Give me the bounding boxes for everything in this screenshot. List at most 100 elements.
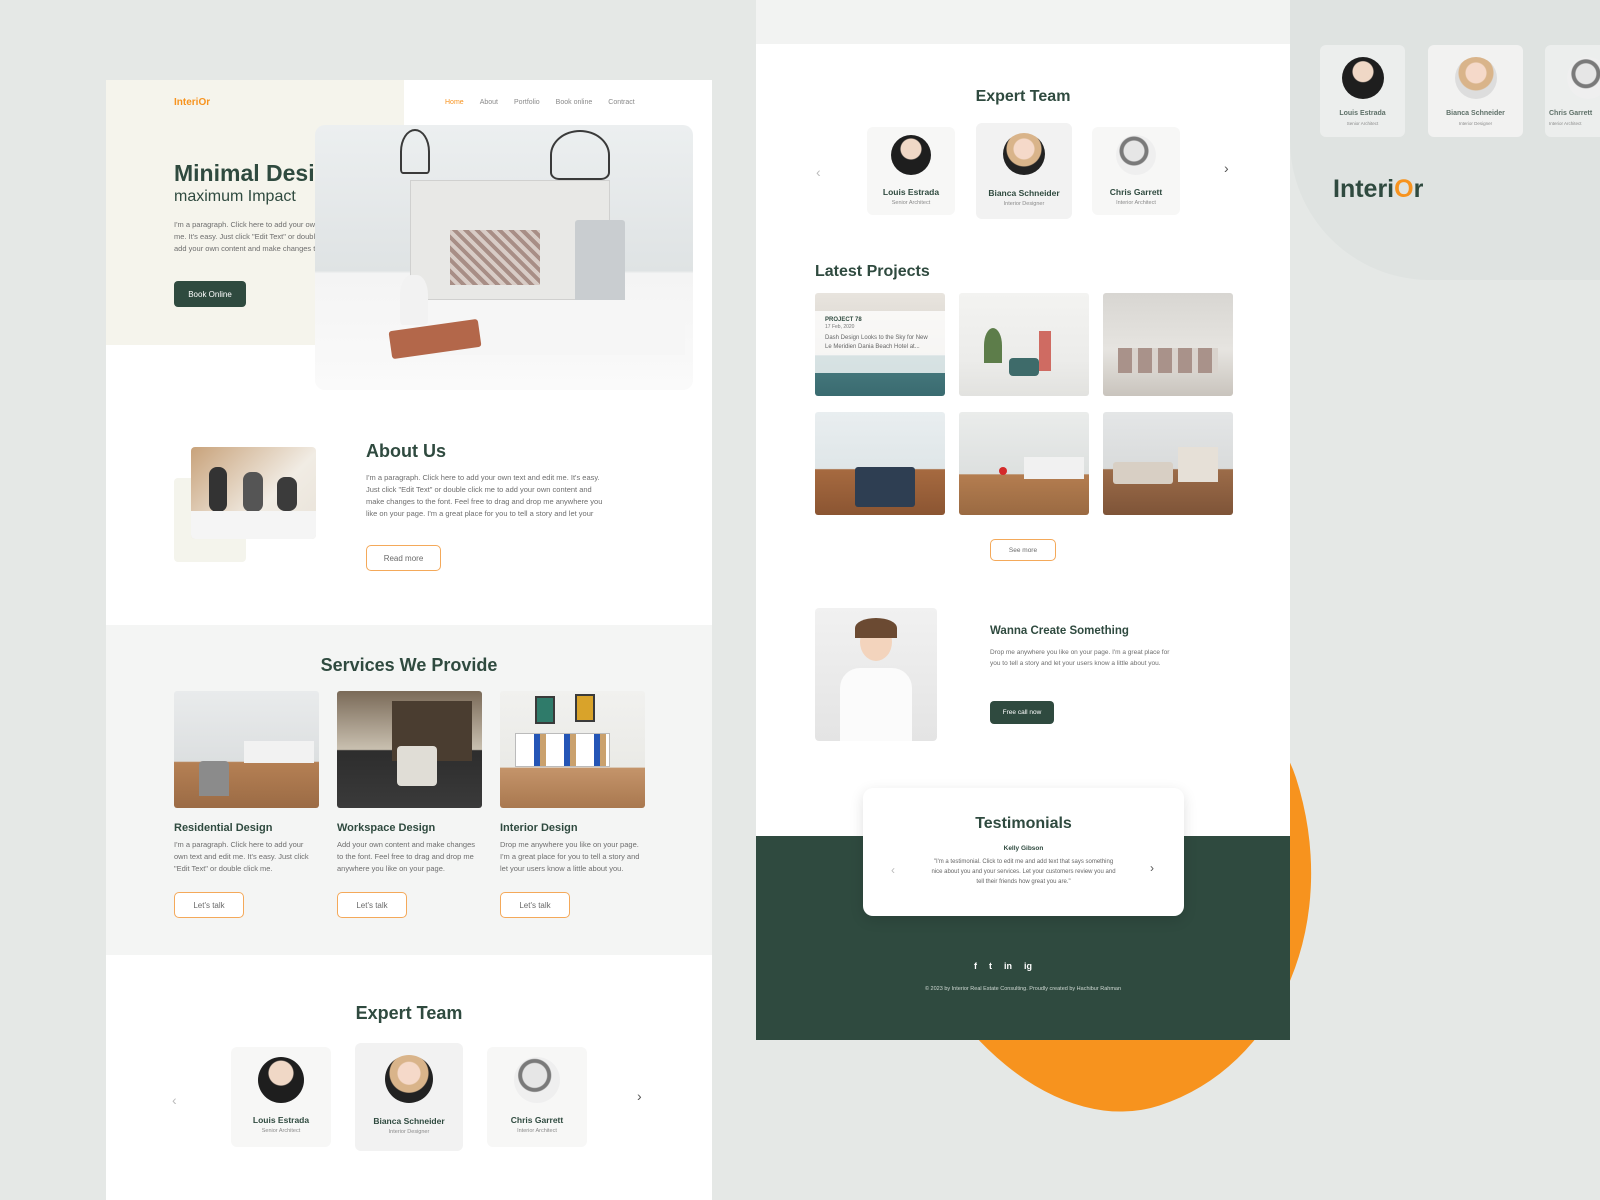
lets-talk-button-interior[interactable]: Let's talk — [500, 892, 570, 918]
team-title-right: Expert Team — [975, 88, 1071, 105]
project-image-4[interactable] — [815, 412, 945, 515]
team-name-bianca-right: Bianca Schneider — [988, 188, 1060, 198]
cta-paragraph: Drop me anywhere you like on your page. … — [990, 649, 1170, 667]
team-role-louis-right: Senior Architect — [891, 200, 931, 206]
hero-kitchen-image — [315, 125, 693, 390]
service-text-interior: Drop me anywhere you like on your page. … — [500, 840, 640, 873]
preview-card-louis: Louis Estrada Senior Architect — [1320, 45, 1405, 137]
service-title-workspace: Workspace Design — [337, 822, 436, 834]
service-text-workspace: Add your own content and make changes to… — [337, 840, 476, 873]
team-name-chris: Chris Garrett — [510, 1115, 564, 1125]
team-card-chris[interactable]: Chris Garrett Interior Architect — [487, 1047, 587, 1147]
left-page: InteriOr Home About Portfolio Book onlin… — [106, 80, 712, 1200]
team-role-bianca-right: Interior Designer — [1003, 201, 1045, 207]
preview-avatar-louis — [1342, 57, 1384, 99]
about-paragraph: I'm a paragraph. Click here to add your … — [366, 473, 603, 518]
team-next-arrow-icon[interactable]: › — [637, 1088, 642, 1104]
team-role-louis: Senior Architect — [261, 1128, 301, 1134]
nav-contract[interactable]: Contract — [608, 99, 634, 106]
team-card-louis[interactable]: Louis Estrada Senior Architect — [231, 1047, 331, 1147]
preview-strip: Louis Estrada Senior Architect Bianca Sc… — [1310, 45, 1600, 140]
book-online-button[interactable]: Book Online — [174, 281, 246, 307]
preview-role-bianca: Interior Designer — [1458, 121, 1493, 126]
service-text-residential: I'm a paragraph. Click here to add your … — [174, 840, 309, 873]
preview-avatar-bianca — [1455, 57, 1497, 99]
avatar-chris — [514, 1057, 560, 1103]
project-overlay: PROJECT 78 17 Feb, 2020 Dash Design Look… — [815, 311, 945, 373]
see-more-button[interactable]: See more — [990, 539, 1056, 561]
preview-name-louis: Louis Estrada — [1339, 110, 1386, 117]
preview-card-bianca: Bianca Schneider Interior Designer — [1428, 45, 1523, 137]
lets-talk-button-workspace[interactable]: Let's talk — [337, 892, 407, 918]
testimonial-prev-arrow-icon[interactable]: ‹ — [891, 863, 895, 877]
avatar-louis — [258, 1057, 304, 1103]
social-icons: f t in ig — [974, 961, 1032, 971]
team-name-bianca: Bianca Schneider — [373, 1116, 445, 1126]
cta-title: Wanna Create Something — [990, 625, 1129, 637]
team-name-louis-right: Louis Estrada — [882, 187, 940, 197]
twitter-icon[interactable]: t — [989, 961, 992, 971]
project-image-2[interactable] — [959, 293, 1089, 396]
hero-subtitle: maximum Impact — [174, 188, 296, 205]
preview-card-chris: Chris Garrett Interior Architect — [1545, 45, 1600, 137]
nav-about[interactable]: About — [480, 99, 498, 106]
testimonial-next-arrow-icon[interactable]: › — [1150, 861, 1154, 875]
team-title: Expert Team — [355, 1003, 463, 1023]
copyright: © 2023 by Interior Real Estate Consultin… — [924, 986, 1122, 992]
team-next-arrow-icon-right[interactable]: › — [1224, 160, 1229, 176]
nav-book-online[interactable]: Book online — [556, 99, 593, 106]
team-prev-arrow-icon[interactable]: ‹ — [172, 1092, 177, 1108]
team-card-bianca[interactable]: Bianca Schneider Interior Designer — [355, 1043, 463, 1151]
preview-role-chris: Interior Architect — [1549, 121, 1582, 126]
project-overlay-text: Dash Design Looks to the Sky for New Le … — [825, 335, 928, 350]
project-image-6[interactable] — [1103, 412, 1233, 515]
team-role-chris: Interior Architect — [517, 1128, 557, 1134]
nav-home[interactable]: Home — [445, 99, 464, 106]
facebook-icon[interactable]: f — [974, 961, 977, 971]
project-overlay-label: PROJECT 78 — [825, 317, 862, 323]
project-image-3[interactable] — [1103, 293, 1233, 396]
avatar-bianca-right — [1003, 133, 1045, 175]
team-card-bianca-right[interactable]: Bianca Schneider Interior Designer — [976, 123, 1072, 219]
avatar-bianca — [385, 1055, 433, 1103]
logo[interactable]: InteriOr — [174, 97, 210, 108]
team-role-bianca: Interior Designer — [388, 1129, 430, 1135]
about-image — [191, 447, 316, 539]
side-logo: InteriOr — [1333, 175, 1424, 203]
team-card-chris-right[interactable]: Chris Garrett Interior Architect — [1092, 127, 1180, 215]
avatar-chris-right — [1116, 135, 1156, 175]
service-title-residential: Residential Design — [174, 822, 273, 834]
nav-portfolio[interactable]: Portfolio — [514, 99, 540, 106]
service-image-workspace — [337, 691, 482, 808]
team-card-louis-right[interactable]: Louis Estrada Senior Architect — [867, 127, 955, 215]
free-call-now-button[interactable]: Free call now — [990, 701, 1054, 724]
main-nav: Home About Portfolio Book online Contrac… — [445, 99, 635, 106]
testimonials-title: Testimonials — [975, 815, 1072, 832]
decorative-blob-gray — [1290, 0, 1600, 280]
linkedin-icon[interactable]: in — [1004, 961, 1012, 971]
service-image-interior — [500, 691, 645, 808]
team-name-louis: Louis Estrada — [252, 1115, 310, 1125]
project-image-1[interactable]: PROJECT 78 17 Feb, 2020 Dash Design Look… — [815, 293, 945, 396]
read-more-button[interactable]: Read more — [366, 545, 441, 571]
team-role-chris-right: Interior Architect — [1116, 200, 1156, 206]
preview-name-chris: Chris Garrett — [1549, 110, 1593, 117]
project-image-5[interactable] — [959, 412, 1089, 515]
instagram-icon[interactable]: ig — [1024, 961, 1032, 971]
service-image-residential — [174, 691, 319, 808]
projects-title: Latest Projects — [815, 263, 930, 280]
about-title: About Us — [366, 441, 446, 461]
team-prev-arrow-icon-right[interactable]: ‹ — [816, 164, 821, 180]
preview-role-louis: Senior Architect — [1346, 121, 1379, 126]
testimonial-author: Kelly Gibson — [1003, 845, 1044, 852]
service-title-interior: Interior Design — [500, 822, 578, 834]
testimonial-quote: "I'm a testimonial. Click to edit me and… — [931, 859, 1116, 885]
avatar-louis-right — [891, 135, 931, 175]
right-page-top-strip — [756, 0, 1290, 44]
team-name-chris-right: Chris Garrett — [1109, 187, 1163, 197]
cta-image — [815, 608, 937, 741]
lets-talk-button-residential[interactable]: Let's talk — [174, 892, 244, 918]
preview-name-bianca: Bianca Schneider — [1446, 110, 1505, 117]
project-overlay-date: 17 Feb, 2020 — [825, 324, 855, 330]
testimonial-card: Testimonials Kelly Gibson "I'm a testimo… — [863, 788, 1184, 916]
